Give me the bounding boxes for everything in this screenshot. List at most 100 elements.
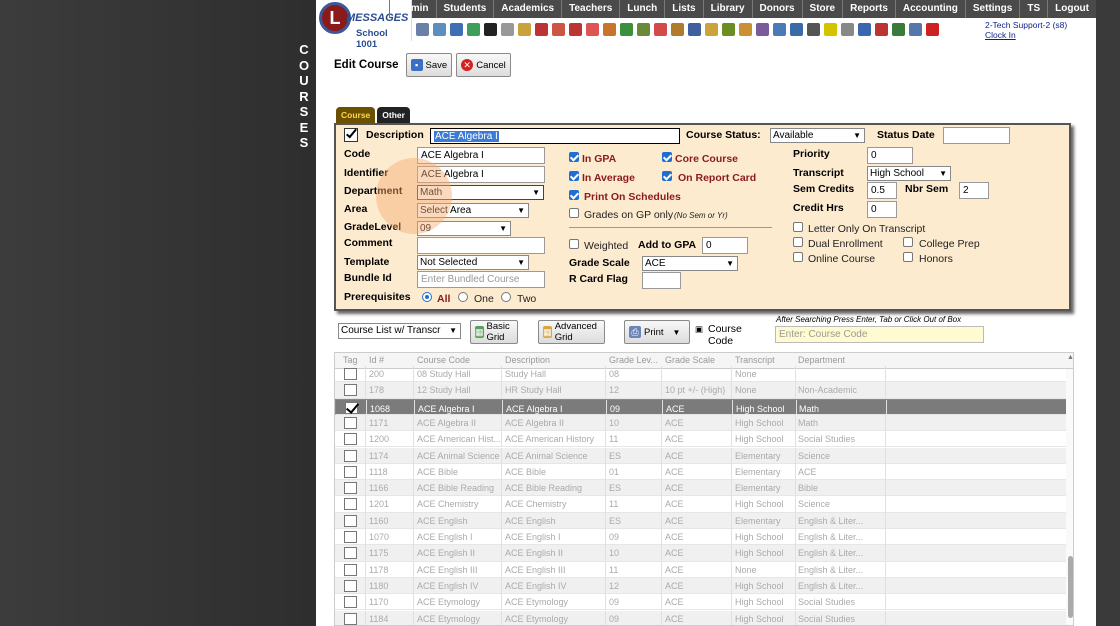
table-row[interactable]: 1160 ACE English ACE English ES ACE Elementar… <box>335 512 1067 529</box>
row-tag-checkbox[interactable] <box>344 596 357 609</box>
column-header[interactable]: Transcript <box>735 355 775 365</box>
toolbar-icon-24[interactable] <box>807 22 820 36</box>
toolbar-icon-21[interactable] <box>756 22 769 36</box>
toolbar-icon-28[interactable] <box>875 22 888 36</box>
college-prep-checkbox[interactable] <box>903 237 913 247</box>
course-code-search-input[interactable]: Enter: Course Code <box>775 326 984 343</box>
description-input[interactable]: ACE Algebra I <box>430 128 680 144</box>
online-course-checkbox[interactable] <box>793 252 803 262</box>
table-row[interactable]: 1170 ACE Etymology ACE Etymology 09 ACE High … <box>335 594 1067 611</box>
priority-input[interactable]: 0 <box>867 147 913 164</box>
table-row[interactable]: 1068 ACE Algebra I ACE Algebra I 09 ACE High … <box>335 398 1067 415</box>
nbr-sem-input[interactable]: 2 <box>959 182 989 199</box>
course-list-select[interactable]: Course List w/ Transcr ▼ <box>338 323 461 339</box>
grid-scrollbar[interactable]: ▲ <box>1066 354 1073 625</box>
grades-on-gp-checkbox[interactable] <box>569 208 579 218</box>
in-gpa-checkbox[interactable] <box>569 152 579 162</box>
toolbar-icon-6[interactable] <box>501 22 514 36</box>
toolbar-icon-12[interactable] <box>603 22 616 36</box>
menu-item-store[interactable]: Store <box>801 0 843 18</box>
cancel-button[interactable]: ✕ Cancel <box>456 53 511 77</box>
row-tag-checkbox[interactable] <box>344 563 357 576</box>
toolbar-icon-10[interactable] <box>569 22 582 36</box>
menu-item-ts[interactable]: TS <box>1019 0 1047 18</box>
save-button[interactable]: ▪ Save <box>405 53 453 77</box>
toolbar-icon-23[interactable] <box>790 22 803 36</box>
column-header[interactable]: Grade Lev... <box>609 355 658 365</box>
toolbar-icon-11[interactable] <box>586 22 599 36</box>
toolbar-icon-17[interactable] <box>688 22 701 36</box>
prereq-one-radio[interactable] <box>458 292 468 302</box>
menu-item-logout[interactable]: Logout <box>1047 0 1096 18</box>
toolbar-icon-27[interactable] <box>858 22 871 36</box>
column-header[interactable]: Course Code <box>417 355 470 365</box>
description-checkbox[interactable] <box>344 126 358 142</box>
table-row[interactable]: 1180 ACE English IV ACE English IV 12 ACE Hig… <box>335 577 1067 595</box>
toolbar-icon-1[interactable] <box>416 22 429 36</box>
table-row[interactable]: 1118 ACE Bible ACE Bible 01 ACE Elementary ACE <box>335 463 1067 481</box>
table-row[interactable]: 1184 ACE Etymology ACE Etymology 09 ACE High … <box>335 610 1067 625</box>
table-row[interactable]: 1200 ACE American Hist... ACE American His… <box>335 431 1067 448</box>
toolbar-icon-4[interactable] <box>467 22 480 36</box>
row-tag-checkbox[interactable] <box>345 401 358 414</box>
row-tag-checkbox[interactable] <box>344 449 357 462</box>
toolbar-icon-3[interactable] <box>450 22 463 36</box>
column-header[interactable]: Id # <box>369 355 384 365</box>
basic-grid-button[interactable]: ▦ Basic Grid <box>470 320 519 344</box>
toolbar-icon-22[interactable] <box>773 22 786 36</box>
toolbar-icon-8[interactable] <box>535 22 548 36</box>
toolbar-icon-26[interactable] <box>841 22 854 36</box>
column-header[interactable]: Department <box>798 355 845 365</box>
toolbar-icon-14[interactable] <box>637 22 650 36</box>
row-tag-checkbox[interactable] <box>344 384 357 397</box>
bundle-input[interactable]: Enter Bundled Course <box>417 271 545 288</box>
row-tag-checkbox[interactable] <box>344 498 357 511</box>
row-tag-checkbox[interactable] <box>344 531 357 543</box>
prereq-two-radio[interactable] <box>501 292 511 302</box>
on-report-card-checkbox[interactable] <box>662 171 672 181</box>
weighted-checkbox[interactable] <box>569 239 579 249</box>
row-tag-checkbox[interactable] <box>344 416 357 429</box>
toolbar-icon-29[interactable] <box>892 22 905 36</box>
tab-other[interactable]: Other <box>377 107 410 123</box>
toolbar-icon-2[interactable] <box>433 22 446 36</box>
credit-hrs-input[interactable]: 0 <box>867 201 897 218</box>
tab-course[interactable]: Course <box>336 107 376 123</box>
print-on-schedules-checkbox[interactable] <box>569 190 579 200</box>
toolbar-icon-5[interactable] <box>484 22 497 36</box>
toolbar-icon-31[interactable] <box>926 22 939 36</box>
dual-enrollment-checkbox[interactable] <box>793 237 803 247</box>
prereq-all-radio[interactable] <box>422 292 432 302</box>
table-row[interactable]: 1166 ACE Bible Reading ACE Bible Reading ES… <box>335 480 1067 497</box>
scrollbar-thumb[interactable] <box>1068 556 1073 618</box>
table-row[interactable]: 1178 ACE English III ACE English III 11 ACE N… <box>335 561 1067 578</box>
menu-item-admin[interactable]: Admin <box>389 0 435 18</box>
advanced-grid-button[interactable]: ▦ Advanced Grid <box>538 320 606 344</box>
menu-item-lists[interactable]: Lists <box>664 0 702 18</box>
menu-item-library[interactable]: Library <box>702 0 752 18</box>
column-header[interactable]: Grade Scale <box>665 355 715 365</box>
menu-item-academics[interactable]: Academics <box>493 0 561 18</box>
toolbar-icon-18[interactable] <box>705 22 718 36</box>
toolbar-icon-16[interactable] <box>671 22 684 36</box>
row-tag-checkbox[interactable] <box>344 612 357 625</box>
print-button[interactable]: ⎙ Print ▼ <box>624 320 690 344</box>
row-tag-checkbox[interactable] <box>344 482 357 495</box>
menu-item-lunch[interactable]: Lunch <box>619 0 664 18</box>
toolbar-icon-7[interactable] <box>518 22 531 36</box>
transcript-select[interactable]: High School ▼ <box>867 166 951 181</box>
honors-checkbox[interactable] <box>903 252 913 262</box>
sem-credits-input[interactable]: 0.5 <box>867 182 897 199</box>
code-input[interactable]: ACE Algebra I <box>417 147 545 164</box>
toolbar-icon-19[interactable] <box>722 22 735 36</box>
row-tag-checkbox[interactable] <box>344 514 357 527</box>
core-course-checkbox[interactable] <box>662 152 672 162</box>
add-to-gpa-input[interactable]: 0 <box>702 237 748 254</box>
scroll-up-icon[interactable]: ▲ <box>1067 354 1073 361</box>
course-status-select[interactable]: Available ▼ <box>770 128 865 143</box>
menu-item-reports[interactable]: Reports <box>842 0 895 18</box>
menu-item-donors[interactable]: Donors <box>751 0 802 18</box>
toolbar-icon-25[interactable] <box>824 22 837 36</box>
table-row[interactable]: 1201 ACE Chemistry ACE Chemistry 11 ACE High … <box>335 496 1067 513</box>
letter-only-checkbox[interactable] <box>793 222 803 232</box>
